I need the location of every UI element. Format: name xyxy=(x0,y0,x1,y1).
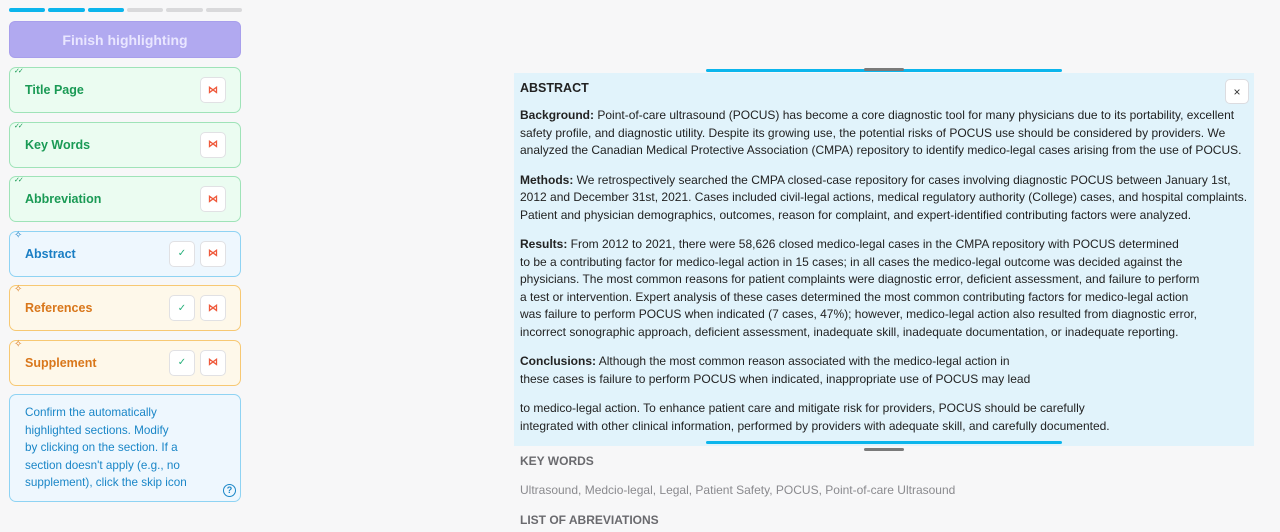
progress-segment xyxy=(87,8,124,12)
paragraph-label: Methods: xyxy=(520,172,574,187)
section-list: ✓✓ Title Page ⋈ ✓✓ Key Words ⋈ ✓✓ Abbreviation ⋈… xyxy=(9,67,242,386)
keywords-text: Ultrasound, Medcio-legal, Legal, Patient… xyxy=(520,483,956,497)
skip-button[interactable]: ⋈ xyxy=(200,77,226,103)
section-item-supplement[interactable]: ✧ Supplement ✓ ⋈ xyxy=(9,338,241,386)
top-grip-icon[interactable] xyxy=(864,68,904,71)
progress-segment xyxy=(205,8,242,12)
paragraph-text: Point-of-care ultrasound (POCUS) has bec… xyxy=(520,108,1242,157)
finish-highlighting-button[interactable]: Finish highlighting xyxy=(9,21,241,58)
section-item-title-page[interactable]: ✓✓ Title Page ⋈ xyxy=(9,67,241,113)
skip-button[interactable]: ⋈ xyxy=(200,131,226,158)
section-label: References xyxy=(25,301,93,315)
abstract-paragraph: Results: From 2012 to 2021, there were 5… xyxy=(520,236,1248,341)
section-item-abbreviation[interactable]: ✓✓ Abbreviation ⋈ xyxy=(9,176,241,222)
confirm-button[interactable]: ✓ xyxy=(169,349,195,376)
section-label: Key Words xyxy=(25,137,91,152)
section-item-references[interactable]: ✧ References ✓ ⋈ xyxy=(9,285,241,331)
skip-button[interactable]: ⋈ xyxy=(200,295,226,321)
abstract-paragraph: Methods: We retrospectively searched the… xyxy=(520,172,1248,225)
paragraph-label: Background: xyxy=(520,108,595,122)
confirm-button[interactable]: ✓ xyxy=(169,295,195,321)
progress-segment xyxy=(166,8,203,12)
section-label: Supplement xyxy=(25,355,97,370)
paragraph-text: to medico-legal action. To enhance patie… xyxy=(520,401,1110,433)
bottom-grip-icon[interactable] xyxy=(864,448,904,451)
double-check-icon: ✓✓ xyxy=(14,122,24,130)
progress-segment xyxy=(48,8,85,12)
close-button[interactable]: × xyxy=(1225,79,1249,104)
section-label: Abbreviation xyxy=(25,192,102,206)
check-icon: ✓ xyxy=(177,357,187,368)
keywords-heading: KEY WORDS xyxy=(520,454,594,468)
progress-segment xyxy=(9,8,46,12)
skip-icon: ⋈ xyxy=(208,302,218,314)
section-item-abstract[interactable]: ✧ Abstract ✓ ⋈ xyxy=(9,229,241,277)
help-text: Confirm the automatically highlighted se… xyxy=(25,406,187,490)
skip-icon: ⋈ xyxy=(208,357,218,368)
paragraph-text: We retrospectively searched the CMPA clo… xyxy=(520,172,1248,222)
progress-bar xyxy=(9,8,242,12)
skip-icon: ⋈ xyxy=(208,139,218,150)
bottom-resize-handle[interactable] xyxy=(706,441,1062,444)
skip-icon: ⋈ xyxy=(208,193,218,205)
paragraph-label: Results: xyxy=(520,237,568,251)
help-box: Confirm the automatically highlighted se… xyxy=(9,394,241,502)
skip-button[interactable]: ⋈ xyxy=(200,186,226,212)
confirm-button[interactable]: ✓ xyxy=(169,240,195,267)
skip-icon: ⋈ xyxy=(208,84,218,96)
skip-button[interactable]: ⋈ xyxy=(200,349,226,376)
progress-segment xyxy=(126,8,164,12)
abstract-title: ABSTRACT xyxy=(520,81,589,95)
sparkle-icon: ✧ xyxy=(14,229,23,241)
paragraph-text: Although the most common reason associat… xyxy=(520,354,1031,386)
abbreviations-heading: LIST OF ABREVIATIONS xyxy=(520,513,659,527)
sparkle-icon: ✧ xyxy=(14,338,23,350)
abstract-paragraph: Background: Point-of-care ultrasound (PO… xyxy=(520,107,1248,160)
paragraph-label: Conclusions: xyxy=(520,354,597,368)
abstract-paragraph: Conclusions: Although the most common re… xyxy=(520,353,1248,388)
sparkle-icon: ✧ xyxy=(14,284,23,295)
document-view: ABSTRACT × Background: Point-of-care ult… xyxy=(514,68,1254,527)
help-icon[interactable]: ? xyxy=(223,484,236,497)
section-label: Abstract xyxy=(25,246,76,261)
paragraph-text: From 2012 to 2021, there were 58,626 clo… xyxy=(520,237,1200,339)
abstract-body: Background: Point-of-care ultrasound (PO… xyxy=(520,107,1248,435)
check-icon: ✓ xyxy=(177,248,187,259)
check-icon: ✓ xyxy=(177,302,187,314)
abstract-highlight[interactable]: ABSTRACT × Background: Point-of-care ult… xyxy=(514,68,1254,451)
double-check-icon: ✓✓ xyxy=(14,68,24,75)
skip-button[interactable]: ⋈ xyxy=(200,240,226,267)
section-label: Title Page xyxy=(25,83,84,97)
abstract-paragraph: to medico-legal action. To enhance patie… xyxy=(520,400,1248,435)
sidebar: Finish highlighting ✓✓ Title Page ⋈ ✓✓ Key W… xyxy=(9,8,242,502)
double-check-icon: ✓✓ xyxy=(14,177,24,184)
skip-icon: ⋈ xyxy=(208,248,218,259)
section-item-key-words[interactable]: ✓✓ Key Words ⋈ xyxy=(9,121,241,168)
